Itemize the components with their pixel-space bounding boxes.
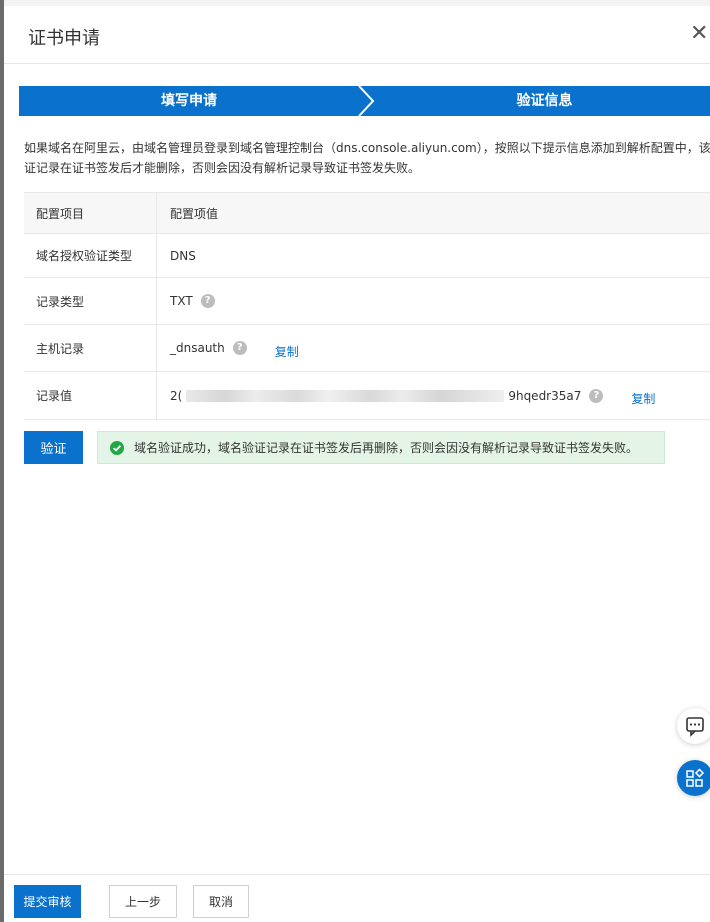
record-value-suffix: 9hqedr35a7 xyxy=(508,388,582,403)
row-value: TXT ? xyxy=(157,278,710,324)
table-row: 记录类型 TXT ? xyxy=(24,278,710,325)
help-icon[interactable]: ? xyxy=(200,294,215,308)
cancel-button[interactable]: 取消 xyxy=(193,885,249,918)
dns-config-table: 配置项目 配置项值 域名授权验证类型 DNS 记录类型 TXT ? 主机记录 _… xyxy=(24,192,710,420)
header-config-item: 配置项目 xyxy=(24,193,157,233)
step-verify-info: 验证信息 xyxy=(516,93,573,109)
apps-icon xyxy=(686,768,705,787)
success-message: 域名验证成功，域名验证记录在证书签发后再删除，否则会因没有解析记录导致证书签发失… xyxy=(134,441,639,455)
row-value: _dnsauth ? 复制 xyxy=(157,325,710,371)
row-key: 域名授权验证类型 xyxy=(24,234,157,277)
help-icon[interactable]: ? xyxy=(232,341,247,355)
dialog-header: 证书申请 ✕ xyxy=(4,6,710,64)
table-row: 域名授权验证类型 DNS xyxy=(24,234,710,278)
row-key: 记录类型 xyxy=(24,278,157,324)
copy-host-record-button[interactable]: 复制 xyxy=(275,343,299,360)
row-key: 主机记录 xyxy=(24,325,157,371)
previous-step-button[interactable]: 上一步 xyxy=(109,885,177,918)
row-value: 2( 9hqedr35a7 ? 复制 xyxy=(157,372,710,419)
instruction-line-2: 证记录在证书签发后才能删除，否则会因没有解析记录导致证书签发失败。 xyxy=(24,161,421,175)
backdrop-edge xyxy=(0,0,4,922)
row-key: 记录值 xyxy=(24,372,157,419)
host-record-value: _dnsauth xyxy=(170,341,225,355)
record-type-value: TXT xyxy=(170,294,193,308)
header-config-value: 配置项值 xyxy=(170,206,219,221)
step-indicator: 填写申请 验证信息 xyxy=(19,86,710,116)
close-icon[interactable]: ✕ xyxy=(690,22,710,46)
apps-fab[interactable] xyxy=(677,760,710,796)
table-header-row: 配置项目 配置项值 xyxy=(24,193,710,234)
copy-record-value-button[interactable]: 复制 xyxy=(631,390,655,407)
dialog-title: 证书申请 xyxy=(28,28,100,49)
chat-icon xyxy=(686,717,704,737)
auth-type-value: DNS xyxy=(170,248,196,263)
help-icon[interactable]: ? xyxy=(589,388,604,403)
instruction-text: 如果域名在阿里云，由域名管理员登录到域名管理控制台（dns.console.al… xyxy=(24,138,710,178)
submit-review-button[interactable]: 提交审核 xyxy=(14,885,81,918)
step-fill-application: 填写申请 xyxy=(161,93,217,109)
redacted-record-value xyxy=(186,389,505,402)
table-row: 主机记录 _dnsauth ? 复制 xyxy=(24,325,710,372)
verify-button[interactable]: 验证 xyxy=(24,431,83,464)
dialog: 证书申请 ✕ 填写申请 验证信息 如果域名在阿里云，由域名管理员登录到域名管理控… xyxy=(0,0,710,922)
chat-fab[interactable] xyxy=(677,708,710,744)
check-circle-icon xyxy=(110,440,124,455)
instruction-line-1: 如果域名在阿里云，由域名管理员登录到域名管理控制台（dns.console.al… xyxy=(24,141,710,155)
dialog-footer: 提交审核 上一步 取消 xyxy=(4,874,710,922)
verification-success-banner: 域名验证成功，域名验证记录在证书签发后再删除，否则会因没有解析记录导致证书签发失… xyxy=(97,431,665,464)
table-row: 记录值 2( 9hqedr35a7 ? 复制 xyxy=(24,372,710,420)
record-value-prefix: 2( xyxy=(170,388,183,403)
row-value: DNS xyxy=(157,234,710,277)
